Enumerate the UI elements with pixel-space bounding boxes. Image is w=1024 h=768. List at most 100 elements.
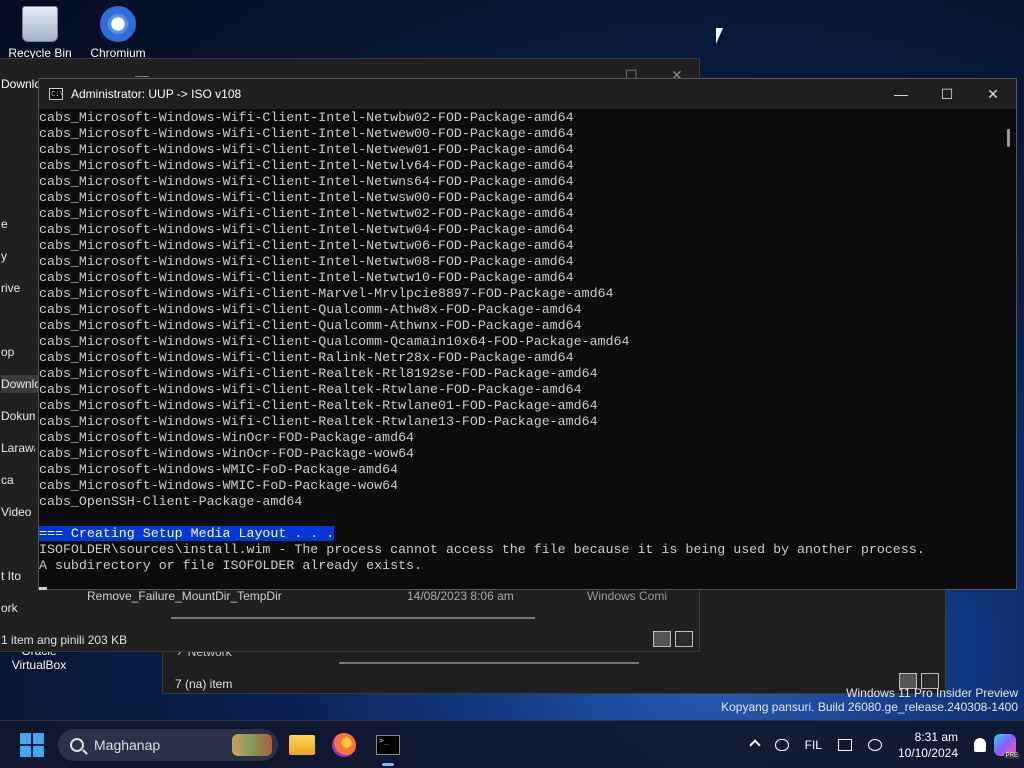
terminal-title-bar[interactable]: C:\ Administrator: UUP -> ISO v108 — ☐ ✕ xyxy=(39,79,1016,109)
console-line: cabs_Microsoft-Windows-Wifi-Client-Realt… xyxy=(39,366,598,381)
windows-logo-icon xyxy=(33,733,44,744)
close-button[interactable]: ✕ xyxy=(970,79,1016,109)
cmd-icon: C:\ xyxy=(49,88,64,100)
chromium-icon xyxy=(100,6,136,42)
sidebar-item[interactable]: ca xyxy=(1,473,35,487)
text-cursor xyxy=(39,587,47,590)
minimize-icon: — xyxy=(894,86,908,102)
console-line: cabs_Microsoft-Windows-Wifi-Client-Intel… xyxy=(39,158,574,173)
file-list-row[interactable]: Remove_Failure_MountDir_TempDir 14/08/20… xyxy=(87,589,687,603)
language-indicator[interactable]: FIL xyxy=(805,738,822,752)
copilot-icon[interactable]: PRE xyxy=(994,734,1020,759)
windows-logo-icon xyxy=(33,746,44,757)
console-line: cabs_Microsoft-Windows-Wifi-Client-Qualc… xyxy=(39,334,630,349)
console-line: cabs_Microsoft-Windows-Wifi-Client-Intel… xyxy=(39,270,574,285)
file-type: Windows Comi xyxy=(587,589,668,603)
watermark-line2: Kopyang pansuri. Build 26080.ge_release.… xyxy=(721,700,1018,714)
horizontal-scrollbar[interactable] xyxy=(339,662,639,664)
console-line: cabs_Microsoft-Windows-Wifi-Client-Realt… xyxy=(39,414,598,429)
terminal-window[interactable]: C:\ Administrator: UUP -> ISO v108 — ☐ ✕… xyxy=(38,78,1017,590)
console-line: cabs_Microsoft-Windows-Wifi-Client-Intel… xyxy=(39,126,574,141)
console-line: cabs_Microsoft-Windows-WMIC-FoD-Package-… xyxy=(39,478,399,493)
chevron-up-icon[interactable] xyxy=(748,739,761,751)
windows-logo-icon xyxy=(20,746,31,757)
console-line: cabs_Microsoft-Windows-Wifi-Client-Intel… xyxy=(39,254,574,269)
search-placeholder: Maghanap xyxy=(94,737,161,753)
firefox-icon xyxy=(332,733,356,757)
console-line: cabs_Microsoft-Windows-Wifi-Client-Intel… xyxy=(39,206,574,221)
details-view-button[interactable] xyxy=(653,631,671,647)
vertical-scrollbar-thumb[interactable] xyxy=(1007,129,1010,147)
watermark-line1: Windows 11 Pro Insider Preview xyxy=(846,686,1018,700)
clock[interactable]: 8:31 am 10/10/2024 xyxy=(898,729,958,761)
console-line: cabs_Microsoft-Windows-Wifi-Client-Qualc… xyxy=(39,318,582,333)
sidebar-item[interactable]: t Ito xyxy=(1,569,35,583)
console-cursor-line xyxy=(39,574,1001,590)
sidebar-item[interactable]: op xyxy=(1,345,35,359)
highlighted-text: === Creating Setup Media Layout . . . xyxy=(39,526,335,541)
recycle-bin-shortcut[interactable]: Recycle Bin xyxy=(0,6,80,60)
console-line: cabs_OpenSSH-Client-Package-amd64 xyxy=(39,494,303,509)
notification-bell-icon[interactable] xyxy=(974,738,986,752)
sidebar-item-downloads[interactable]: Downlo xyxy=(1,375,41,393)
console-line: cabs_Microsoft-Windows-Wifi-Client-Intel… xyxy=(39,190,574,205)
sidebar-item[interactable]: ork xyxy=(1,601,35,615)
file-name: Remove_Failure_MountDir_TempDir xyxy=(87,589,282,603)
maximize-icon: ☐ xyxy=(940,85,954,102)
console-output[interactable]: cabs_Microsoft-Windows-Wifi-Client-Intel… xyxy=(39,110,1001,590)
mouse-pointer-icon xyxy=(716,28,723,44)
console-line: cabs_Microsoft-Windows-Wifi-Client-Intel… xyxy=(39,142,574,157)
horizontal-scrollbar[interactable] xyxy=(171,617,535,619)
terminal-taskbar-button[interactable]: >_ xyxy=(372,729,404,766)
console-line: cabs_Microsoft-Windows-Wifi-Client-Intel… xyxy=(39,238,574,253)
sidebar-item[interactable]: Video xyxy=(1,505,35,519)
console-line: cabs_Microsoft-Windows-WMIC-FoD-Package-… xyxy=(39,462,399,477)
sidebar-item[interactable]: Larawa xyxy=(1,441,35,455)
sidebar-item[interactable]: Dokume xyxy=(1,409,35,423)
terminal-icon: >_ xyxy=(376,735,400,755)
console-line: ISOFOLDER\sources\install.wim - The proc… xyxy=(39,542,925,557)
search-highlight-icon xyxy=(232,734,272,756)
windows-logo-icon xyxy=(20,733,31,744)
search-icon xyxy=(70,738,84,752)
network-icon[interactable] xyxy=(837,739,852,751)
console-line-highlighted: === Creating Setup Media Layout . . . xyxy=(39,526,1001,542)
console-line: A subdirectory or file ISOFOLDER already… xyxy=(39,558,423,573)
volume-icon[interactable] xyxy=(867,739,882,751)
start-button[interactable] xyxy=(20,733,44,757)
taskbar: Maghanap >_ FIL 8:31 am 10/10/2024 PRE xyxy=(0,720,1024,768)
tiles-view-button[interactable] xyxy=(675,631,693,647)
console-line: cabs_Microsoft-Windows-Wifi-Client-Intel… xyxy=(39,110,574,125)
console-line: cabs_Microsoft-Windows-Wifi-Client-Intel… xyxy=(39,174,574,189)
folder-icon xyxy=(289,735,315,755)
console-line: cabs_Microsoft-Windows-Wifi-Client-Marve… xyxy=(39,286,614,301)
console-line: cabs_Microsoft-Windows-Wifi-Client-Ralin… xyxy=(39,350,574,365)
minimize-button[interactable]: — xyxy=(878,79,924,109)
sidebar-item[interactable]: rive xyxy=(1,281,35,295)
file-date: 14/08/2023 8:06 am xyxy=(407,589,514,603)
windows-watermark: Windows 11 Pro Insider Preview Kopyang p… xyxy=(721,686,1018,714)
sidebar-item[interactable]: y xyxy=(1,249,35,263)
file-explorer-taskbar-button[interactable] xyxy=(286,729,318,761)
console-line: cabs_Microsoft-Windows-Wifi-Client-Qualc… xyxy=(39,302,582,317)
maximize-button[interactable]: ☐ xyxy=(924,79,970,109)
chromium-shortcut[interactable]: Chromium xyxy=(78,6,158,60)
console-line: cabs_Microsoft-Windows-WinOcr-FOD-Packag… xyxy=(39,430,415,445)
console-line: cabs_Microsoft-Windows-Wifi-Client-Intel… xyxy=(39,222,574,237)
console-line: cabs_Microsoft-Windows-WinOcr-FOD-Packag… xyxy=(39,446,415,461)
system-tray: FIL 8:31 am 10/10/2024 PRE xyxy=(743,721,1024,768)
taskbar-search[interactable]: Maghanap xyxy=(58,729,278,761)
console-line: cabs_Microsoft-Windows-Wifi-Client-Realt… xyxy=(39,398,598,413)
copilot-badge: PRE xyxy=(1003,753,1020,759)
recycle-bin-icon xyxy=(22,6,58,42)
sidebar-item[interactable]: e xyxy=(1,217,35,231)
oracle-label-line2: VirtualBox xyxy=(11,658,67,672)
status-bar-text: 1 item ang pinili 203 KB xyxy=(1,633,128,647)
firefox-taskbar-button[interactable] xyxy=(328,729,360,761)
terminal-title: Administrator: UUP -> ISO v108 xyxy=(71,87,242,101)
console-line: cabs_Microsoft-Windows-Wifi-Client-Realt… xyxy=(39,382,582,397)
clock-date: 10/10/2024 xyxy=(897,746,958,760)
onedrive-icon[interactable] xyxy=(774,739,789,751)
clock-time: 8:31 am xyxy=(914,730,958,744)
